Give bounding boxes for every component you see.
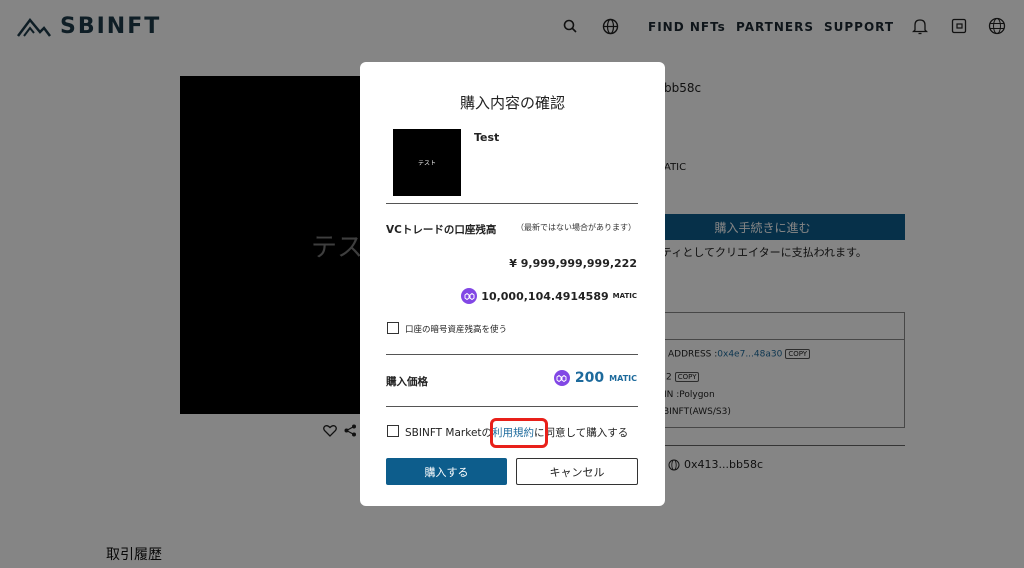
price-value: 200 — [574, 370, 605, 386]
buy-button-label: 購入する — [424, 465, 469, 479]
use-crypto-balance-checkbox[interactable] — [387, 322, 399, 334]
buy-button[interactable]: 購入する — [386, 458, 507, 485]
matic-icon — [553, 370, 570, 386]
use-crypto-balance-label[interactable]: 口座の暗号資産残高を使う — [405, 323, 507, 335]
divider — [386, 354, 638, 355]
terms-suffix: に同意して購入する — [534, 427, 629, 439]
cancel-button[interactable]: キャンセル — [516, 458, 638, 485]
price-label: 購入価格 — [386, 376, 428, 388]
divider — [386, 406, 638, 407]
matic-icon — [461, 288, 478, 304]
item-name: Test — [474, 131, 500, 144]
item-thumbnail: テスト — [393, 129, 461, 196]
price-row: 200 MATIC — [553, 370, 637, 386]
divider — [386, 203, 638, 204]
modal-title: 購入内容の確認 — [459, 94, 565, 112]
balance-label: VCトレードの口座残高 — [386, 224, 497, 236]
terms-link-highlight — [490, 418, 548, 448]
balance-matic-value: 10,000,104.4914589 — [481, 289, 609, 303]
price-unit: MATIC — [609, 373, 637, 383]
agree-terms-checkbox[interactable] — [387, 425, 399, 437]
balance-matic-unit: MATIC — [612, 292, 637, 300]
terms-prefix: SBINFT Marketの — [405, 427, 493, 439]
balance-matic-row: 10,000,104.4914589 MATIC — [461, 288, 637, 304]
balance-note: （最新ではない場合があります） — [516, 223, 636, 232]
thumbnail-text: テスト — [417, 160, 436, 167]
cancel-button-label: キャンセル — [549, 465, 605, 479]
balance-jpy: ¥ 9,999,999,999,222 — [509, 257, 637, 270]
